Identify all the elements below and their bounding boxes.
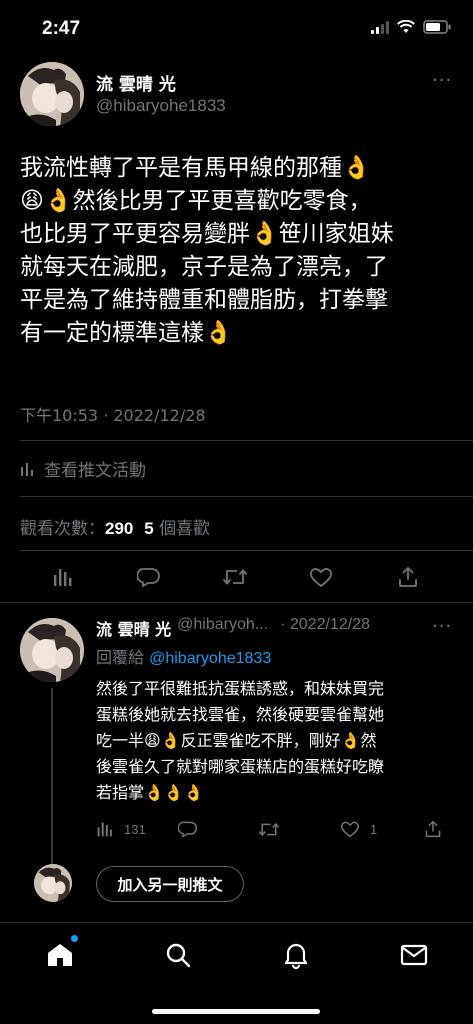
tab-search[interactable] [158,937,198,973]
my-avatar[interactable] [34,864,72,902]
replying-to: 回覆給 @hibaryohe1833 [96,644,271,668]
divider [0,602,473,603]
more-options-icon[interactable]: ··· [432,70,452,91]
share-button[interactable] [395,562,421,592]
view-tweet-activity-link[interactable]: 查看推文活動 [20,456,146,481]
reply-retweet-button[interactable] [258,816,280,842]
divider [20,496,473,497]
reply-more-options-icon[interactable]: ··· [432,616,452,637]
reply-like-button[interactable]: 1 [340,816,377,842]
bottom-tab-bar [0,922,473,1024]
bar-chart-icon [97,822,112,837]
bell-icon [284,943,308,969]
reply-text-line: 吃一半😩👌反正雲雀吃不胖，剛好👌然 [96,731,377,750]
views-count: 290 [105,519,134,538]
retweet-button[interactable] [220,562,250,592]
divider [20,550,473,551]
tweet-text: 我流性轉了平是有馬甲線的那種👌 😩👌然後比男了平更喜歡吃零食， 也比男了平更容易… [20,152,460,350]
tab-messages[interactable] [394,937,434,973]
likes-label[interactable]: 個喜歡 [159,519,210,539]
heart-icon [341,821,359,838]
main-tweet-actions [0,562,473,594]
status-time: 2:47 [42,18,81,39]
heart-icon [310,568,332,588]
reply-to-label: 回覆給 [96,648,145,667]
reply-view-stats-button[interactable]: 131 [96,816,146,842]
author-name[interactable]: 流 雲晴 光 [96,70,176,95]
retweet-icon [222,569,248,585]
tweet-text-line: 😩👌然後比男了平更喜歡吃零食， [20,188,372,214]
author-avatar[interactable] [20,62,84,126]
tweet-text-line: 平是為了維持體重和體脂肪，打拳擊 [20,287,388,313]
reply-views-count: 131 [124,821,146,837]
reply-button[interactable] [136,562,162,592]
tweet-text-line: 也比男了平更容易變胖👌笹川家姐妹 [20,221,394,247]
reply-author-handle[interactable]: @hibaryoh... [177,616,268,640]
author-handle[interactable]: @hibaryohe1833 [96,96,226,116]
battery-icon [423,20,451,34]
retweet-icon [258,822,280,836]
search-icon [166,943,191,968]
status-icons [371,20,451,34]
tweet-text-line: 我流性轉了平是有馬甲線的那種👌 [20,155,371,181]
bar-chart-icon [54,569,72,586]
tweet-text-line: 就每天在減肥，京子是為了漂亮，了 [20,254,388,280]
reply-text-line: 蛋糕後她就去找雲雀，然後硬要雲雀幫她 [96,705,385,724]
reply-likes-count: 1 [370,821,378,837]
like-button[interactable] [308,562,334,592]
engagement-counts: 觀看次數：290 5 個喜歡 [20,514,210,539]
reply-text-line: 若指掌👌👌👌 [96,783,204,802]
home-icon [48,944,72,966]
reply-date: · 2022/12/28 [280,616,370,633]
mail-icon [400,944,428,966]
reply-share-button[interactable] [424,816,442,842]
analytics-icon [21,462,33,476]
reply-author-name[interactable]: 流 雲晴 光 [96,616,171,640]
view-stats-button[interactable] [50,562,76,592]
reply-reply-button[interactable] [178,816,198,842]
comment-icon [178,821,198,838]
comment-icon [137,568,160,587]
reply-text: 然後了平很難抵抗蛋糕誘惑，和妹妹買完 蛋糕後她就去找雲雀，然後硬要雲雀幫她 吃一… [96,676,456,806]
cellular-signal-icon [371,20,389,34]
tab-home[interactable] [40,935,80,973]
status-bar: 2:47 [0,0,473,58]
activity-label: 查看推文活動 [44,461,146,481]
tab-notifications[interactable] [276,937,316,973]
share-icon [399,566,417,587]
reply-text-line: 後雲雀久了就對哪家蛋糕店的蛋糕好吃瞭 [96,757,385,776]
tweet-timestamp[interactable]: 下午10:53 · 2022/12/28 [20,402,206,426]
reply-to-handle-link[interactable]: @hibaryohe1833 [149,650,271,667]
divider [20,440,473,441]
views-label: 觀看次數： [20,519,105,539]
reply-author-avatar[interactable] [20,618,84,682]
reply-text-line: 然後了平很難抵抗蛋糕誘惑，和妹妹買完 [96,679,385,698]
add-another-tweet-button[interactable]: 加入另一則推文 [96,866,244,902]
tweet-text-line: 有一定的標準這樣👌 [20,320,233,346]
reply-header: 流 雲晴 光 @hibaryoh... · 2022/12/28 [96,616,370,640]
notification-dot [71,935,78,942]
likes-count[interactable]: 5 [144,519,153,538]
reply-actions: 131 1 [0,816,473,842]
home-indicator [152,1009,320,1014]
wifi-icon [397,20,415,33]
share-icon [425,820,441,838]
